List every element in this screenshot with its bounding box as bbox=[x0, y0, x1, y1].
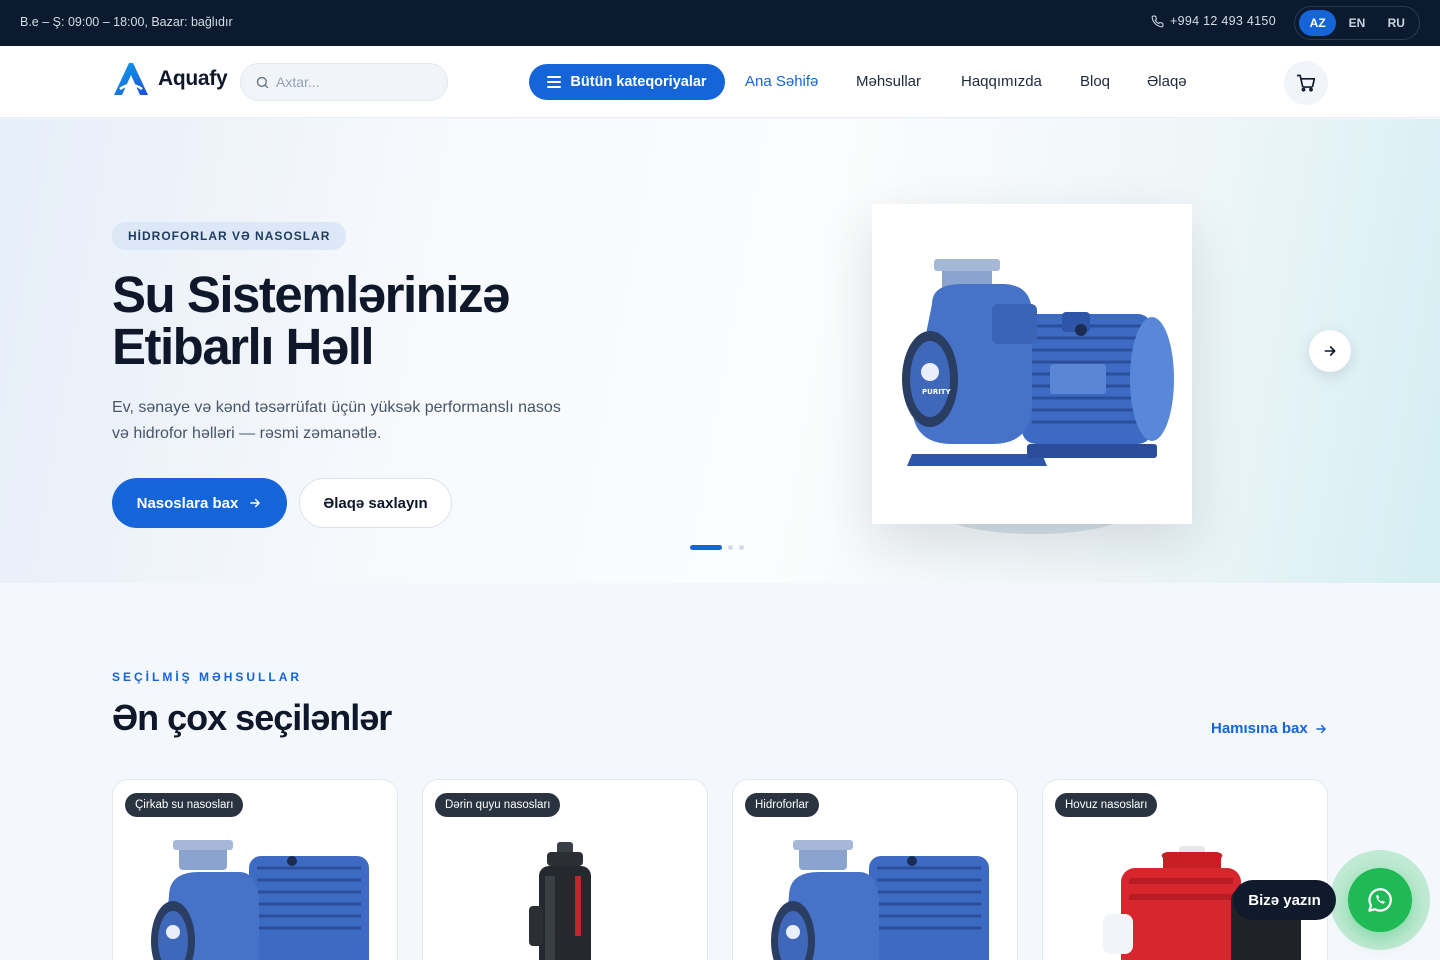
hero-badge: HİDROFORLAR VƏ NASOSLAR bbox=[112, 222, 347, 250]
contact-us-button[interactable]: Əlaqə saxlayın bbox=[299, 478, 452, 528]
search-input[interactable] bbox=[276, 74, 436, 90]
working-hours: B.e – Ş: 09:00 – 18:00, Bazar: bağlıdır bbox=[20, 15, 233, 29]
menu-icon bbox=[547, 76, 562, 88]
chat-label[interactable]: Bizə yazın bbox=[1233, 880, 1336, 920]
contact-us-label: Əlaqə saxlayın bbox=[323, 494, 428, 512]
phone-number: +994 12 493 4150 bbox=[1170, 14, 1276, 28]
nav-contact[interactable]: Əlaqə bbox=[1147, 73, 1187, 90]
hero-title: Su Sistemlərinizə Etibarlı Həll bbox=[112, 269, 632, 373]
nav-about[interactable]: Haqqımızda bbox=[961, 73, 1042, 90]
see-all-label: Hamısına bax bbox=[1211, 720, 1308, 737]
product-card[interactable]: Dərin quyu nasosları bbox=[422, 779, 708, 960]
logo[interactable]: Aquafy bbox=[112, 61, 228, 97]
product-card[interactable]: Hovuz nasosları bbox=[1042, 779, 1328, 960]
brand-name: Aquafy bbox=[158, 67, 228, 90]
see-all-link[interactable]: Hamısına bax bbox=[1211, 720, 1328, 737]
whatsapp-button[interactable] bbox=[1348, 868, 1412, 932]
search-icon bbox=[256, 76, 269, 88]
product-category-tag: Çirkab su nasosları bbox=[125, 793, 244, 817]
phone-icon bbox=[1151, 15, 1164, 27]
featured-eyebrow: SEÇİLMİŞ MƏHSULLAR bbox=[112, 670, 303, 684]
svg-text:PURITY: PURITY bbox=[922, 388, 952, 396]
top-bar: B.e – Ş: 09:00 – 18:00, Bazar: bağlıdır … bbox=[0, 0, 1440, 46]
arrow-right-icon bbox=[250, 498, 261, 508]
nav-blog[interactable]: Bloq bbox=[1080, 73, 1110, 90]
main-header: Aquafy Bütün kateqoriyalar Ana Səhifə Mə… bbox=[0, 46, 1440, 118]
language-switcher: AZ EN RU bbox=[1294, 6, 1420, 40]
lang-ru[interactable]: RU bbox=[1378, 10, 1415, 36]
cart-icon bbox=[1296, 74, 1316, 92]
view-pumps-label: Nasoslara bax bbox=[136, 494, 239, 512]
lang-az[interactable]: AZ bbox=[1299, 10, 1337, 36]
product-card[interactable]: Hidroforlar bbox=[732, 779, 1018, 960]
product-image bbox=[439, 796, 691, 960]
all-categories-label: Bütün kateqoriyalar bbox=[570, 74, 707, 90]
product-category-tag: Dərin quyu nasosları bbox=[435, 793, 561, 817]
product-image bbox=[129, 796, 381, 960]
slider-dots bbox=[690, 545, 744, 550]
whatsapp-icon bbox=[1368, 888, 1392, 912]
product-category-tag: Hidroforlar bbox=[745, 793, 819, 817]
phone-link[interactable]: +994 12 493 4150 bbox=[1151, 14, 1276, 28]
submersible-pump-image bbox=[529, 842, 591, 960]
all-categories-button[interactable]: Bütün kateqoriyalar bbox=[529, 64, 725, 100]
nav-products[interactable]: Məhsullar bbox=[856, 73, 921, 90]
blue-pump-image bbox=[151, 840, 369, 960]
product-image bbox=[749, 796, 1001, 960]
slider-next-button[interactable] bbox=[1309, 330, 1351, 372]
product-image bbox=[1059, 796, 1311, 960]
blue-pump-image bbox=[771, 840, 989, 960]
slider-dot[interactable] bbox=[739, 545, 744, 550]
cart-button[interactable] bbox=[1284, 61, 1328, 105]
search-box bbox=[240, 63, 448, 101]
lang-en[interactable]: EN bbox=[1338, 10, 1375, 36]
hero-slider: HİDROFORLAR VƏ NASOSLAR Su Sistemləriniz… bbox=[0, 119, 1440, 583]
slider-dot[interactable] bbox=[728, 545, 733, 550]
logo-icon bbox=[114, 63, 148, 95]
hero-title-line2: Etibarlı Həll bbox=[112, 318, 375, 375]
pool-pump-image bbox=[1103, 846, 1301, 960]
hero-title-line1: Su Sistemlərinizə bbox=[112, 266, 510, 323]
hero-product-image: PURITY bbox=[872, 204, 1192, 524]
arrow-right-icon bbox=[1324, 346, 1336, 356]
nav-home[interactable]: Ana Səhifə bbox=[745, 73, 818, 90]
centrifugal-pump-image: PURITY bbox=[902, 259, 1174, 466]
product-category-tag: Hovuz nasosları bbox=[1055, 793, 1158, 817]
featured-title: Ən çox seçilənlər bbox=[112, 697, 392, 738]
slider-dot[interactable] bbox=[690, 545, 722, 550]
hero-subtitle: Ev, sənaye və kənd təsərrüfatı üçün yüks… bbox=[112, 399, 561, 442]
view-pumps-button[interactable]: Nasoslara bax bbox=[112, 478, 287, 528]
arrow-right-icon bbox=[1315, 724, 1326, 733]
product-card[interactable]: Çirkab su nasosları bbox=[112, 779, 398, 960]
